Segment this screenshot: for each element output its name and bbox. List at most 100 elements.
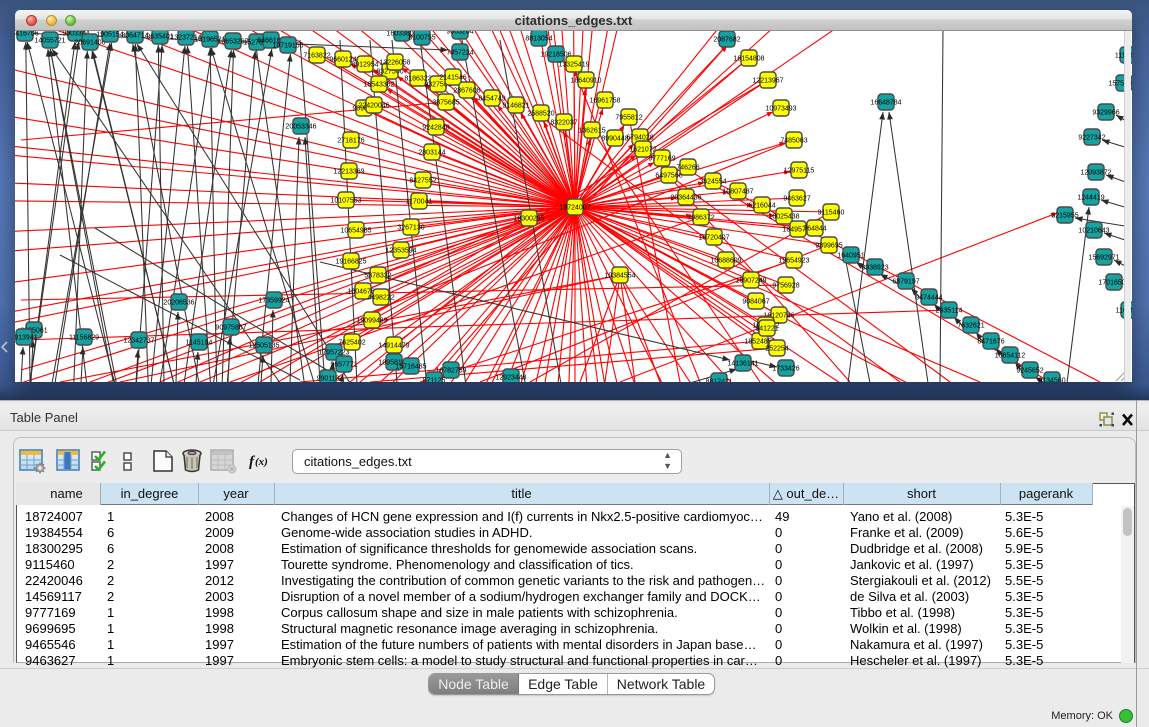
svg-text:990113: 990113 <box>317 376 340 382</box>
svg-text:9245652: 9245652 <box>1016 368 1043 375</box>
svg-text:10654112: 10654112 <box>995 353 1026 360</box>
svg-text:7485063: 7485063 <box>780 138 807 145</box>
svg-text:10688609: 10688609 <box>710 258 741 265</box>
svg-text:22420046: 22420046 <box>358 103 389 110</box>
svg-text:14055721: 14055721 <box>34 38 65 45</box>
svg-text:6497568: 6497568 <box>655 173 682 180</box>
svg-text:9756928: 9756928 <box>772 283 799 290</box>
svg-text:8322037: 8322037 <box>550 120 577 127</box>
svg-text:2588520: 2588520 <box>527 111 554 118</box>
svg-text:2803144: 2803144 <box>418 150 445 157</box>
svg-text:8912954: 8912954 <box>351 62 378 69</box>
svg-text:12213967: 12213967 <box>752 78 783 85</box>
svg-text:11156829: 11156829 <box>69 335 99 342</box>
svg-text:8938923: 8938923 <box>861 265 888 272</box>
svg-text:20364436: 20364436 <box>670 195 701 202</box>
svg-text:3267130: 3267130 <box>397 225 424 232</box>
svg-text:9146821: 9146821 <box>502 103 529 110</box>
svg-text:15716485: 15716485 <box>395 364 426 371</box>
svg-text:2867608: 2867608 <box>453 88 480 95</box>
svg-text:18300295: 18300295 <box>513 216 544 223</box>
svg-text:252254: 252254 <box>765 346 788 353</box>
svg-text:1145194: 1145194 <box>186 340 213 347</box>
svg-text:14914479: 14914479 <box>378 343 409 350</box>
svg-text:8471676: 8471676 <box>977 339 1004 346</box>
svg-text:941221: 941221 <box>755 326 778 333</box>
svg-text:1621072: 1621072 <box>629 147 656 154</box>
svg-text:20206536: 20206536 <box>163 300 194 307</box>
svg-text:6879197: 6879197 <box>892 279 919 286</box>
svg-text:1640951: 1640951 <box>837 253 864 260</box>
svg-text:12353594: 12353594 <box>385 248 416 255</box>
svg-text:9242848: 9242848 <box>422 125 449 132</box>
svg-text:2935114: 2935114 <box>936 308 963 315</box>
svg-text:1244419: 1244419 <box>1077 195 1104 202</box>
svg-text:10973493: 10973493 <box>765 106 796 113</box>
svg-text:764844: 764844 <box>803 226 826 233</box>
svg-text:90975867: 90975867 <box>215 325 246 332</box>
svg-text:13325419: 13325419 <box>558 62 589 69</box>
svg-text:18907249: 18907249 <box>735 278 766 285</box>
svg-text:10210643: 10210643 <box>1078 228 1109 235</box>
svg-text:13226058: 13226058 <box>379 60 410 67</box>
svg-text:10719155: 10719155 <box>272 43 303 50</box>
svg-text:3624554: 3624554 <box>699 179 726 186</box>
svg-text:12975115: 12975115 <box>784 168 815 175</box>
svg-text:746266: 746266 <box>676 165 699 172</box>
svg-text:9474444: 9474444 <box>915 295 942 302</box>
svg-text:20053346: 20053346 <box>285 124 316 131</box>
svg-text:19384554: 19384554 <box>604 273 635 280</box>
svg-text:19654923: 19654923 <box>778 258 809 265</box>
svg-text:12213369: 12213369 <box>333 169 364 176</box>
svg-text:12093872: 12093872 <box>1080 170 1111 177</box>
svg-text:6216044: 6216044 <box>748 203 775 210</box>
svg-text:9134560: 9134560 <box>1038 378 1065 382</box>
svg-text:12923448: 12923448 <box>495 375 526 382</box>
svg-text:9227342: 9227342 <box>1078 135 1105 142</box>
svg-text:9329966: 9329966 <box>1092 110 1119 117</box>
svg-text:7986372: 7986372 <box>687 215 714 222</box>
svg-text:12342737: 12342737 <box>123 338 154 345</box>
svg-text:10654985: 10654985 <box>340 228 371 235</box>
svg-text:8454749: 8454749 <box>478 96 505 103</box>
svg-text:8100755: 8100755 <box>408 35 435 42</box>
svg-text:2087682: 2087682 <box>713 37 740 44</box>
svg-text:8427552: 8427552 <box>409 178 436 185</box>
svg-text:12505135: 12505135 <box>248 343 279 350</box>
svg-text:3215955: 3215955 <box>1051 213 1078 220</box>
svg-text:7625402: 7625402 <box>338 340 365 347</box>
svg-text:19166825: 19166825 <box>335 259 366 266</box>
svg-text:8812411: 8812411 <box>706 379 733 382</box>
svg-text:9063204: 9063204 <box>446 31 473 36</box>
svg-text:9115460: 9115460 <box>818 210 845 217</box>
svg-text:16154808: 16154808 <box>733 56 764 63</box>
svg-text:8990448: 8990448 <box>601 136 628 143</box>
svg-text:3913941: 3913941 <box>15 335 38 342</box>
svg-text:10807487: 10807487 <box>722 189 753 196</box>
svg-text:9899695: 9899695 <box>815 243 842 250</box>
svg-text:1733426: 1733426 <box>772 366 799 373</box>
svg-text:5878332: 5878332 <box>364 273 391 280</box>
svg-text:16720407: 16720407 <box>698 235 729 242</box>
svg-text:20691406: 20691406 <box>74 40 105 47</box>
svg-text:9084067: 9084067 <box>742 299 769 306</box>
svg-text:10107553: 10107553 <box>330 198 361 205</box>
svg-text:871125: 871125 <box>423 378 446 382</box>
svg-text:15692971: 15692971 <box>1088 255 1119 262</box>
svg-text:16648784: 16648784 <box>870 100 901 107</box>
svg-text:7957224: 7957224 <box>446 50 473 57</box>
svg-text:8813054: 8813054 <box>525 36 552 43</box>
svg-text:4498222: 4498222 <box>367 295 394 302</box>
svg-text:1170041: 1170041 <box>406 199 433 206</box>
svg-text:16961758: 16961758 <box>589 98 620 105</box>
svg-text:14136141: 14136141 <box>727 361 758 368</box>
svg-text:1362615: 1362615 <box>578 128 605 135</box>
svg-text:8064714: 8064714 <box>121 33 148 40</box>
svg-text:9657771: 9657771 <box>330 362 357 369</box>
svg-text:(x): (x) <box>255 456 268 468</box>
svg-text:17359924: 17359924 <box>258 298 289 305</box>
svg-text:18640910: 18640910 <box>570 78 601 85</box>
svg-text:18724007: 18724007 <box>559 205 590 212</box>
svg-text:19099489: 19099489 <box>356 318 387 325</box>
svg-text:3875685: 3875685 <box>432 100 459 107</box>
